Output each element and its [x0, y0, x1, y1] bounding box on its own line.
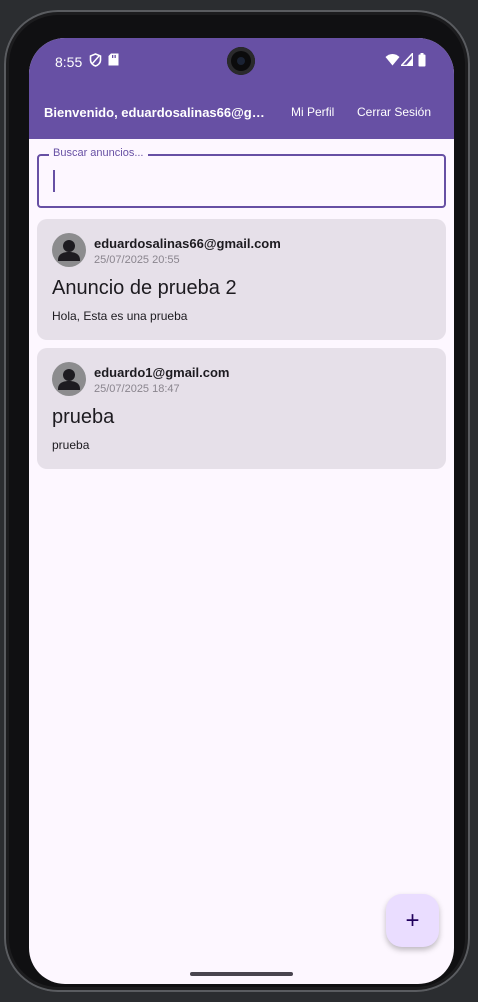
- post-title: prueba: [52, 406, 115, 428]
- post-body: prueba: [52, 438, 90, 452]
- signal-icon: [399, 51, 414, 71]
- battery-icon: [418, 53, 426, 72]
- app-screen: 8:55 Bienvenido, eduardosalinas66@gm... …: [29, 38, 454, 984]
- post-card[interactable]: eduardosalinas66@gmail.com 25/07/2025 20…: [37, 219, 446, 340]
- welcome-title: Bienvenido, eduardosalinas66@gm...: [44, 105, 274, 120]
- post-author-email: eduardo1@gmail.com: [94, 365, 230, 380]
- post-card[interactable]: eduardo1@gmail.com 25/07/2025 18:47 prue…: [37, 348, 446, 469]
- avatar-icon: [52, 362, 86, 396]
- search-field[interactable]: Buscar anuncios...: [37, 147, 446, 208]
- wifi-icon: [385, 53, 400, 71]
- avatar-icon: [52, 233, 86, 267]
- logout-button[interactable]: Cerrar Sesión: [357, 105, 431, 119]
- plus-icon: +: [405, 907, 420, 934]
- search-label: Buscar anuncios...: [49, 147, 148, 159]
- phone-frame: 8:55 Bienvenido, eduardosalinas66@gm... …: [4, 10, 470, 992]
- shield-icon: [89, 53, 102, 72]
- status-time: 8:55: [55, 54, 83, 70]
- post-body: Hola, Esta es una prueba: [52, 309, 188, 323]
- sd-card-icon: [108, 53, 119, 71]
- front-camera: [227, 47, 255, 75]
- post-author-email: eduardosalinas66@gmail.com: [94, 236, 281, 251]
- post-title: Anuncio de prueba 2: [52, 277, 237, 299]
- add-post-button[interactable]: +: [386, 894, 439, 947]
- post-date: 25/07/2025 20:55: [94, 254, 180, 266]
- gesture-nav-handle[interactable]: [190, 972, 293, 976]
- text-cursor: [53, 170, 55, 192]
- top-app-bar: Bienvenido, eduardosalinas66@gm... Mi Pe…: [29, 88, 454, 139]
- profile-button[interactable]: Mi Perfil: [291, 105, 334, 119]
- post-date: 25/07/2025 18:47: [94, 383, 180, 395]
- status-bar: 8:55: [29, 38, 454, 88]
